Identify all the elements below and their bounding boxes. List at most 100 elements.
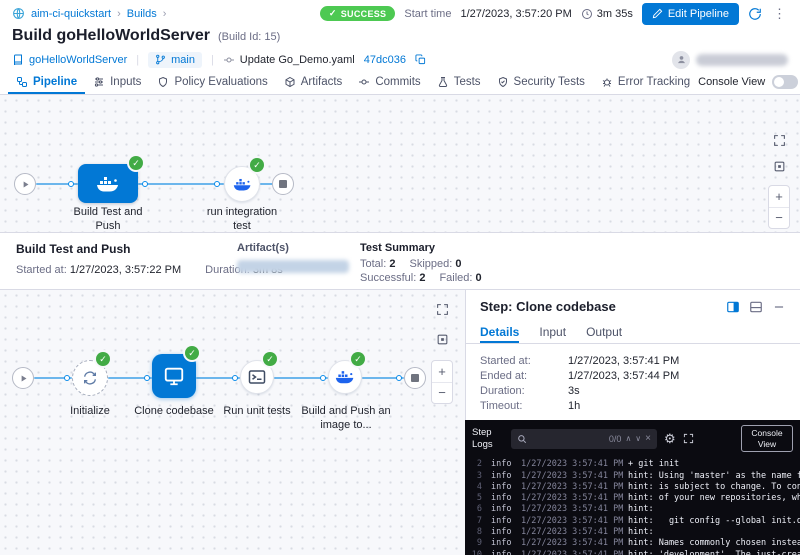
minimize-icon <box>772 300 786 314</box>
tab-pipeline[interactable]: Pipeline <box>8 70 85 94</box>
check-icon: ✓ <box>329 8 337 19</box>
terminal-icon <box>248 368 266 386</box>
sync-icon <box>82 370 98 386</box>
minimize-panel-button[interactable] <box>772 300 786 314</box>
top-bar: aim-ci-quickstart › Builds › ✓SUCCESS St… <box>0 0 800 27</box>
log-line: 5info1/27/2023 3:57:41 PMhint: of your n… <box>469 493 800 504</box>
console-view-toggle[interactable] <box>772 75 798 89</box>
redacted-artifact-link[interactable] <box>237 260 349 273</box>
docker-whale-icon <box>96 172 120 196</box>
fullscreen-button[interactable] <box>433 300 451 318</box>
log-settings-button[interactable]: ⚙ <box>664 432 676 445</box>
copy-icon <box>415 54 426 65</box>
play-icon <box>21 180 30 189</box>
tab-output[interactable]: Output <box>586 320 622 343</box>
pipeline-start-node[interactable] <box>14 173 36 195</box>
layout-split-bottom-icon <box>749 300 763 314</box>
artifacts-label: Artifact(s) <box>237 242 289 254</box>
zoom-out-button[interactable]: − <box>769 207 789 229</box>
shield-icon <box>157 76 169 88</box>
repository-icon <box>12 54 24 66</box>
step-panel-title: Step: Clone codebase <box>480 299 616 314</box>
fullscreen-button[interactable] <box>770 131 788 149</box>
test-summary-line1: Total: 2 Skipped: 0 <box>360 258 461 270</box>
commit-sha-link[interactable]: 47dc036 <box>364 54 406 66</box>
fit-view-icon <box>436 333 449 346</box>
play-icon <box>19 374 28 383</box>
log-fullscreen-button[interactable] <box>683 433 694 444</box>
zoom-in-button[interactable]: + <box>432 361 452 382</box>
tab-commits[interactable]: Commits <box>350 70 428 94</box>
repo-link[interactable]: goHelloWorldServer <box>12 54 127 66</box>
copy-sha-button[interactable] <box>415 54 426 65</box>
step-node-clone-codebase[interactable] <box>152 354 196 398</box>
layout-split-right-button[interactable] <box>726 300 740 314</box>
log-line: 3info1/27/2023 3:57:41 PMhint: Using 'ma… <box>469 471 800 482</box>
step-node-label: Build and Push an image to... <box>294 404 398 432</box>
clock-icon <box>581 8 593 20</box>
more-options-button[interactable]: ⋮ <box>771 6 788 22</box>
stop-icon <box>279 180 287 188</box>
breadcrumb-builds-link[interactable]: Builds <box>127 8 157 20</box>
flask-icon <box>437 76 449 88</box>
person-icon <box>676 54 687 65</box>
breadcrumb-project-link[interactable]: aim-ci-quickstart <box>31 8 111 20</box>
search-clear-button[interactable]: × <box>645 433 651 444</box>
log-line: 4info1/27/2023 3:57:41 PMhint: is subjec… <box>469 482 800 493</box>
edit-pipeline-button[interactable]: Edit Pipeline <box>642 3 739 25</box>
tab-artifacts[interactable]: Artifacts <box>276 70 351 94</box>
tab-inputs[interactable]: Inputs <box>85 70 149 94</box>
start-time-value: 1/27/2023, 3:57:20 PM <box>460 8 571 20</box>
stage-graph-canvas[interactable]: ✓ ✓ Build Test and Push run integration … <box>0 95 800 232</box>
log-search-input[interactable]: 0/0 ∧ ∨ × <box>511 429 657 449</box>
connector-dot <box>320 375 326 381</box>
success-check-badge: ✓ <box>351 352 365 366</box>
tab-details[interactable]: Details <box>480 320 519 343</box>
tab-policy-evaluations[interactable]: Policy Evaluations <box>149 70 275 94</box>
layout-split-bottom-button[interactable] <box>749 300 763 314</box>
tests-total: Total: 2 <box>360 258 395 270</box>
success-check-badge: ✓ <box>129 156 143 170</box>
tab-input[interactable]: Input <box>539 320 566 343</box>
docker-whale-icon <box>233 175 252 194</box>
redacted-user-name <box>696 54 788 66</box>
breadcrumb-separator: › <box>117 8 121 20</box>
console-view-toggle-wrap: Console View <box>698 70 800 94</box>
step-node-label: Initialize <box>50 404 130 418</box>
pencil-icon <box>652 8 663 19</box>
step-node-label: Run unit tests <box>215 404 299 418</box>
stage-node-build-test-and-push[interactable] <box>78 164 138 203</box>
zoom-out-button[interactable]: − <box>432 382 452 404</box>
sliders-icon <box>93 76 105 88</box>
tab-error-tracking[interactable]: Error Tracking <box>593 70 698 94</box>
start-time-label: Start time <box>404 8 451 20</box>
tab-tests[interactable]: Tests <box>429 70 489 94</box>
fit-view-button[interactable] <box>433 330 451 348</box>
search-prev-button[interactable]: ∧ <box>625 434 631 443</box>
tests-skipped: Skipped: 0 <box>409 258 461 270</box>
fit-view-button[interactable] <box>770 157 788 175</box>
console-header: Step Logs 0/0 ∧ ∨ × ⚙ Console View <box>465 420 800 457</box>
detail-row: Timeout:1h <box>480 398 786 413</box>
top-bar-right: ✓SUCCESS Start time 1/27/2023, 3:57:20 P… <box>320 3 788 25</box>
steps-end-node[interactable] <box>404 367 426 389</box>
branch-chip[interactable]: main <box>148 52 202 68</box>
refresh-button[interactable] <box>748 7 762 21</box>
stage-summary-title: Build Test and Push <box>16 242 130 256</box>
tab-security-tests[interactable]: Security Tests <box>489 70 593 94</box>
step-graph-canvas[interactable]: ✓ ✓ ✓ ✓ Initialize Clone codebase Run un… <box>0 290 465 555</box>
success-check-badge: ✓ <box>263 352 277 366</box>
steps-start-node[interactable] <box>12 367 34 389</box>
user-avatar[interactable] <box>672 51 690 69</box>
build-execution-page: aim-ci-quickstart › Builds › ✓SUCCESS St… <box>0 0 800 555</box>
pipeline-end-node[interactable] <box>272 173 294 195</box>
tests-failed: Failed: 0 <box>439 272 481 284</box>
zoom-in-button[interactable]: + <box>769 186 789 207</box>
console-view-button[interactable]: Console View <box>741 425 793 452</box>
log-line: 10info1/27/2023 3:57:41 PMhint: 'develop… <box>469 550 800 555</box>
fullscreen-icon <box>773 134 786 147</box>
search-next-button[interactable]: ∨ <box>635 434 641 443</box>
stop-icon <box>411 374 419 382</box>
fit-view-icon <box>773 160 786 173</box>
connector-dot <box>396 375 402 381</box>
